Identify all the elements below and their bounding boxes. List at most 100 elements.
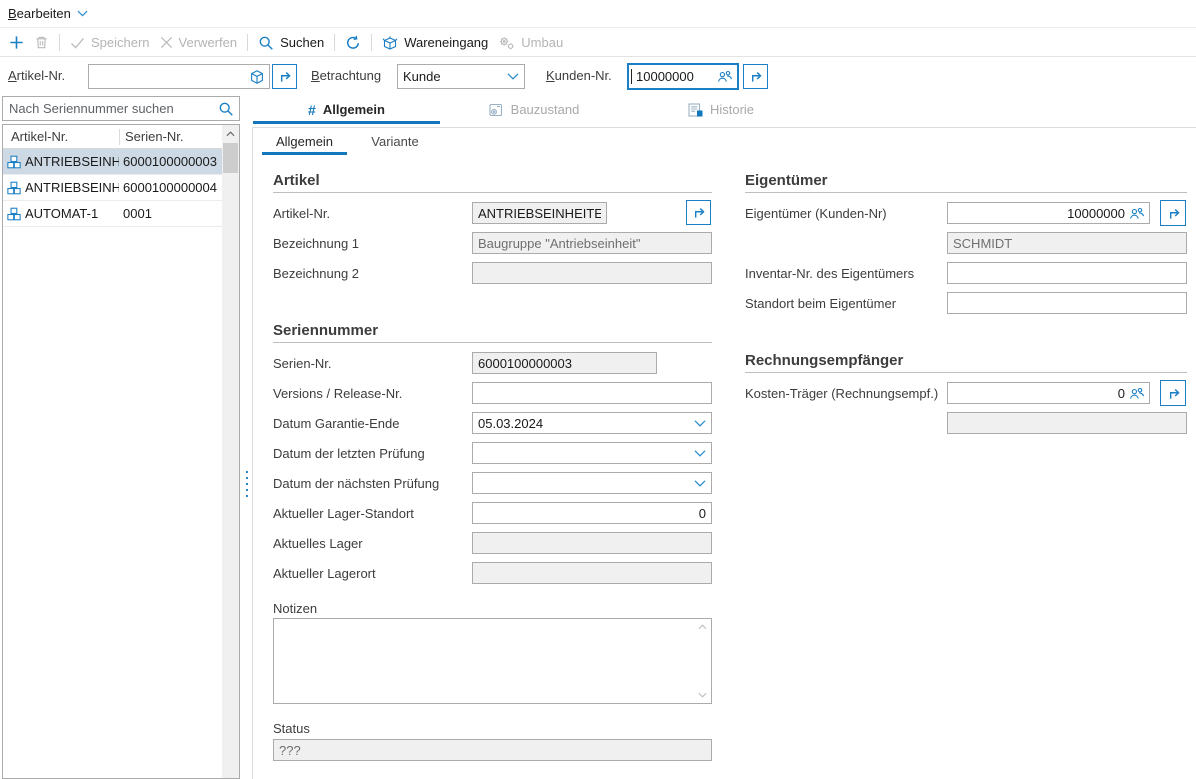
section-title-rechnungsempfaenger: Rechnungsempfänger <box>745 352 903 369</box>
umbau-button[interactable]: Umbau <box>498 35 563 51</box>
scroll-down-arrow[interactable] <box>696 689 709 701</box>
aktuelles-lager-label: Aktuelles Lager <box>273 536 363 552</box>
standort-eigentuemer-field[interactable] <box>947 292 1187 314</box>
customer-icon[interactable] <box>1129 206 1145 221</box>
lager-standort-label: Aktueller Lager-Standort <box>273 506 414 522</box>
eigentuemer-kunden-nr-input[interactable] <box>948 203 1129 223</box>
assembly-icon <box>3 155 25 169</box>
toolbar-separator <box>371 34 372 51</box>
list-item[interactable]: ANTRIEBSEINH... 6000100000004 <box>3 175 222 201</box>
letzte-pruefung-date-combo[interactable] <box>472 442 712 464</box>
column-header-artikel[interactable]: Artikel-Nr. <box>3 129 119 144</box>
subtab-variante[interactable]: Variante <box>358 133 432 155</box>
betrachtung-label: Betrachtung <box>311 68 381 84</box>
kosten-traeger-input[interactable] <box>948 383 1129 403</box>
inventar-nr-label: Inventar-Nr. des Eigentümers <box>745 266 914 282</box>
eigentuemer-goto-button[interactable] <box>1160 200 1186 226</box>
standort-eigentuemer-label: Standort beim Eigentümer <box>745 296 896 312</box>
delete-button[interactable] <box>34 35 49 50</box>
garantie-date-combo[interactable]: 05.03.2024 <box>472 412 712 434</box>
discard-label: Verwerfen <box>179 35 238 50</box>
list-item[interactable]: ANTRIEBSEINH... 6000100000003 <box>3 149 222 175</box>
section-title-eigentuemer: Eigentümer <box>745 172 828 189</box>
garantie-label: Datum Garantie-Ende <box>273 416 399 432</box>
assembly-icon <box>3 207 25 221</box>
menu-bar: Bearbeiten <box>0 0 1196 28</box>
goto-icon <box>691 205 706 220</box>
search-label: Suchen <box>280 35 324 50</box>
artikel-nr-filter-input[interactable] <box>89 65 249 88</box>
refresh-button[interactable] <box>345 35 361 51</box>
goto-icon <box>1166 386 1181 401</box>
search-icon[interactable] <box>218 101 234 117</box>
status-field <box>273 739 712 761</box>
list-item[interactable]: AUTOMAT-1 0001 <box>3 201 222 227</box>
version-field[interactable] <box>472 382 712 404</box>
kunden-nr-input[interactable] <box>632 65 717 88</box>
splitter-handle[interactable] <box>246 471 248 473</box>
section-title-seriennummer: Seriennummer <box>273 322 378 339</box>
goto-icon <box>1166 206 1181 221</box>
search-button[interactable]: Suchen <box>258 35 324 51</box>
list-item-artikel: ANTRIEBSEINH... <box>25 180 119 195</box>
version-label: Versions / Release-Nr. <box>273 386 402 402</box>
tab-allgemein[interactable]: # Allgemein <box>253 96 440 123</box>
subtab-allgemein[interactable]: Allgemein <box>262 133 347 155</box>
kosten-traeger-label: Kosten-Träger (Rechnungsempf.) <box>745 386 938 402</box>
section-divider <box>273 342 712 343</box>
serial-search-box <box>2 96 240 121</box>
section-divider <box>745 192 1187 193</box>
rechnungsempfaenger-name-field <box>947 412 1187 434</box>
kosten-traeger-goto-button[interactable] <box>1160 380 1186 406</box>
customer-icon[interactable] <box>717 69 733 84</box>
serial-search-input[interactable] <box>3 101 218 116</box>
article-icon[interactable] <box>249 69 265 85</box>
menu-bearbeiten-label: Bearbeiten <box>8 6 71 21</box>
lagerort-field <box>472 562 712 584</box>
status-label: Status <box>273 721 310 737</box>
scroll-up-arrow[interactable] <box>696 621 709 633</box>
scrollbar-thumb[interactable] <box>223 143 238 173</box>
column-header-serie[interactable]: Serien-Nr. <box>120 129 222 144</box>
serial-list-header: Artikel-Nr. Serien-Nr. <box>3 125 222 149</box>
splitter-handle[interactable] <box>246 483 248 485</box>
save-label: Speichern <box>91 35 150 50</box>
tab-bauzustand[interactable]: Bauzustand <box>440 96 627 123</box>
add-button[interactable] <box>9 35 24 50</box>
search-icon <box>258 35 274 51</box>
inventar-nr-field[interactable] <box>947 262 1187 284</box>
tab-historie[interactable]: Historie <box>627 96 814 123</box>
menu-bearbeiten[interactable]: Bearbeiten <box>8 6 88 21</box>
lager-standort-field[interactable] <box>472 502 712 524</box>
artikel-goto-button[interactable] <box>272 64 297 89</box>
refresh-icon <box>345 35 361 51</box>
kunden-goto-button[interactable] <box>743 64 768 89</box>
betrachtung-select[interactable]: Kunde <box>397 64 525 89</box>
notizen-textarea[interactable] <box>274 619 695 703</box>
list-scrollbar[interactable] <box>222 125 239 778</box>
chevron-down-icon <box>694 480 706 487</box>
artikel-nr-goto-button[interactable] <box>686 200 711 225</box>
artikel-nr-filter-label: Artikel-Nr. <box>8 68 65 84</box>
wareneingang-button[interactable]: Wareneingang <box>382 35 488 51</box>
discard-button[interactable]: Verwerfen <box>160 35 238 50</box>
artikel-nr-field-label: Artikel-Nr. <box>273 206 330 222</box>
toolbar-separator <box>247 34 248 51</box>
splitter-handle[interactable] <box>246 495 248 497</box>
splitter-handle[interactable] <box>246 489 248 491</box>
scroll-up-arrow[interactable] <box>222 125 239 142</box>
serial-list: Artikel-Nr. Serien-Nr. ANTRIEBSEINH... 6… <box>2 124 240 779</box>
subtab-variante-label: Variante <box>371 134 418 149</box>
customer-icon[interactable] <box>1129 386 1145 401</box>
list-item-artikel: ANTRIEBSEINH... <box>25 154 119 169</box>
discard-icon <box>160 36 173 49</box>
notizen-field-wrap <box>273 618 712 704</box>
main-tab-bar: # Allgemein Bauzustand Historie <box>253 96 814 123</box>
historie-icon <box>687 102 703 118</box>
subtab-allgemein-label: Allgemein <box>276 134 333 149</box>
garantie-value: 05.03.2024 <box>478 416 694 431</box>
list-item-artikel: AUTOMAT-1 <box>25 206 119 221</box>
naechste-pruefung-date-combo[interactable] <box>472 472 712 494</box>
save-button[interactable]: Speichern <box>70 35 150 50</box>
splitter-handle[interactable] <box>246 477 248 479</box>
